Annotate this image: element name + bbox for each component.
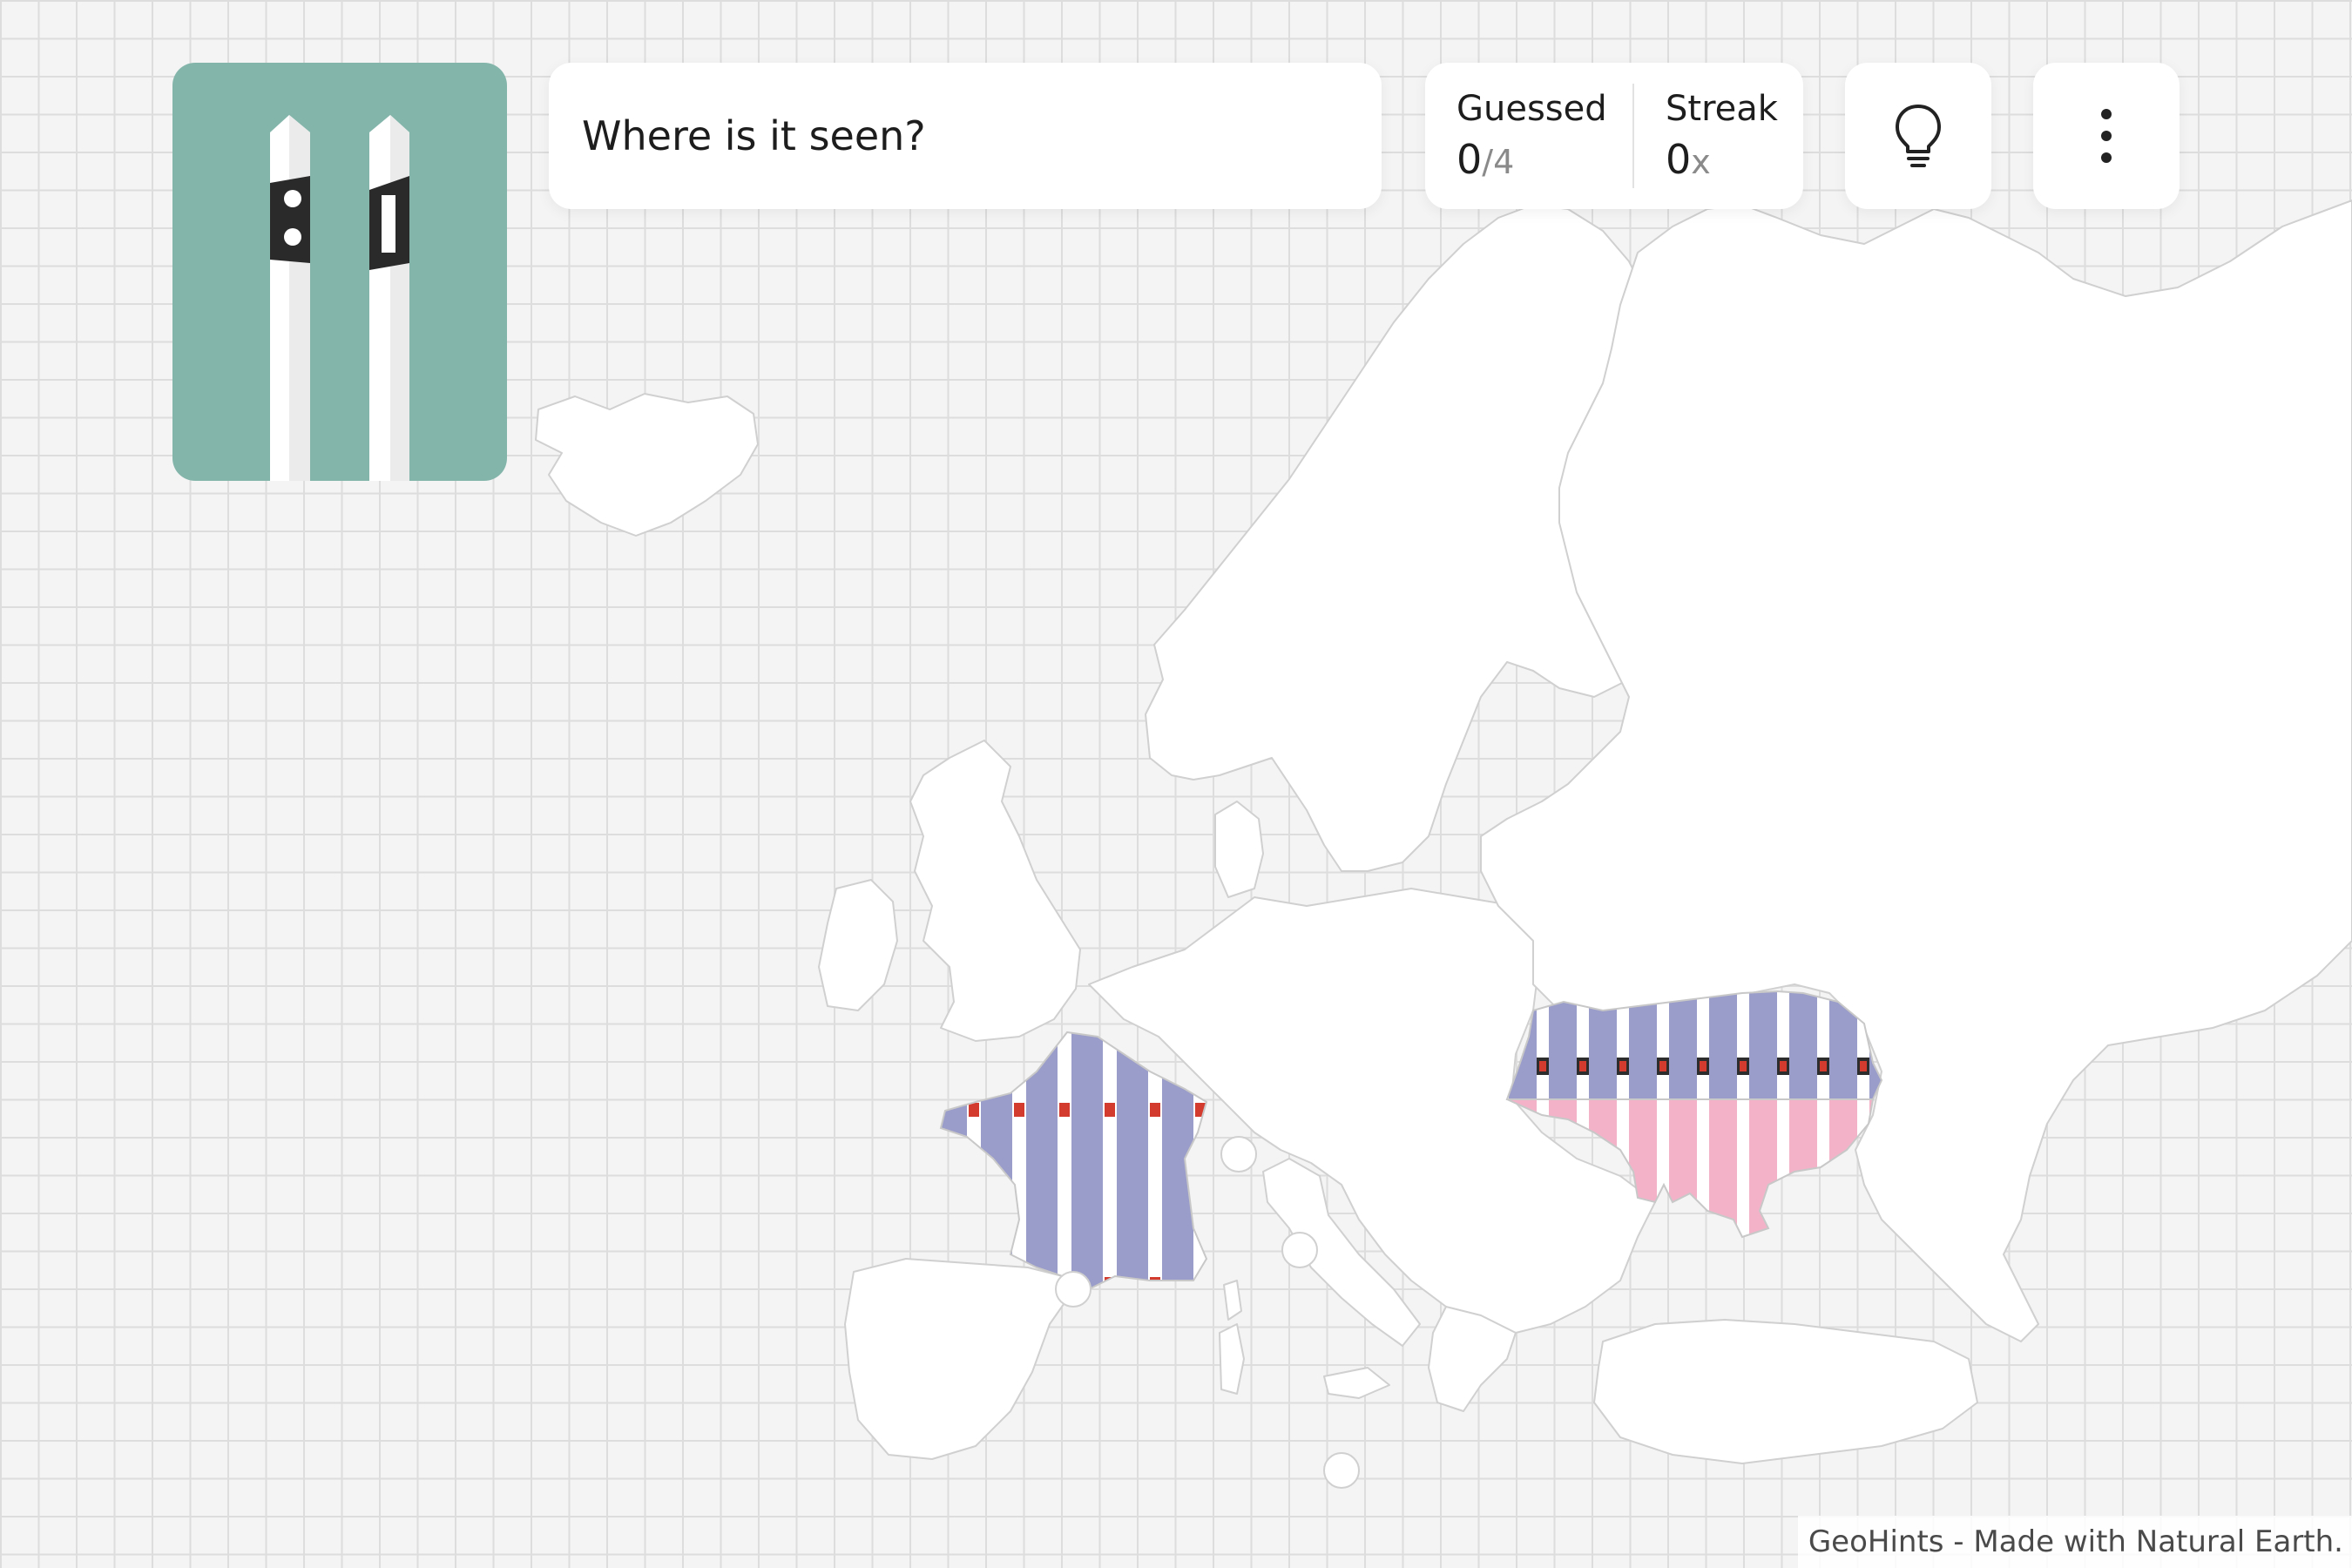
microstate-malta[interactable]	[1323, 1452, 1360, 1489]
country-sicily[interactable]	[1323, 1367, 1390, 1399]
question-card: Where is it seen?	[549, 63, 1382, 209]
land-masses	[535, 199, 2352, 1464]
country-ireland[interactable]	[818, 879, 898, 1011]
country-ukraine-highlight-north[interactable]	[1505, 990, 1883, 1100]
streak-suffix: x	[1691, 143, 1711, 181]
streak-count: 0	[1666, 136, 1692, 183]
country-turkey[interactable]	[1593, 1319, 1978, 1464]
russia-belarus[interactable]	[1480, 199, 2352, 1342]
country-sardinia[interactable]	[1219, 1323, 1245, 1395]
more-vertical-icon	[2101, 109, 2112, 163]
country-denmark[interactable]	[1214, 801, 1264, 898]
guessed-value: 0/4	[1456, 136, 1514, 183]
two-white-posts-icon	[270, 115, 409, 481]
guessed-count: 0	[1456, 136, 1483, 183]
country-united-kingdom[interactable]	[909, 740, 1081, 1042]
streak-label: Streak	[1666, 89, 1778, 129]
hint-image-card	[172, 63, 507, 481]
lightbulb-icon	[1896, 105, 1941, 167]
guessed-total: /4	[1482, 143, 1515, 181]
streak-value: 0x	[1666, 136, 1711, 183]
microstate-san-marino[interactable]	[1281, 1232, 1318, 1268]
microstate-andorra[interactable]	[1055, 1271, 1092, 1308]
map-credit: GeoHints - Made with Natural Earth.	[1797, 1516, 2352, 1568]
stats-card: Guessed 0/4 Streak 0x	[1425, 63, 1803, 209]
country-iceland[interactable]	[535, 393, 759, 537]
guessed-label: Guessed	[1456, 89, 1607, 129]
question-text: Where is it seen?	[582, 112, 926, 159]
country-corsica[interactable]	[1223, 1280, 1242, 1321]
more-menu-button[interactable]	[2033, 63, 2180, 209]
country-iberia[interactable]	[844, 1258, 1081, 1460]
microstate-liechtenstein[interactable]	[1220, 1136, 1257, 1173]
stats-divider	[1632, 84, 1634, 188]
hint-button[interactable]	[1845, 63, 1991, 209]
country-france-highlight[interactable]	[939, 1031, 1208, 1291]
